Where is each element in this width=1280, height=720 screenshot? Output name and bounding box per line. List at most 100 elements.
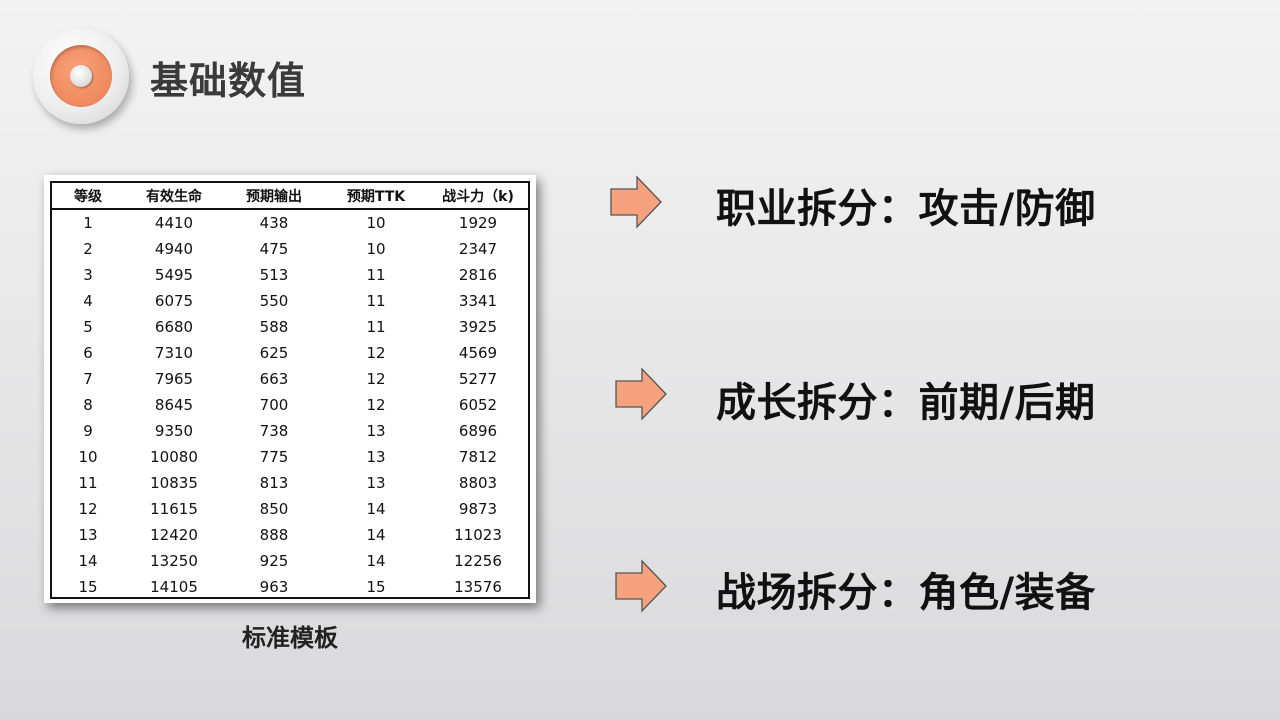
table-cell: 10 [78, 448, 98, 466]
data-table: 等级 有效生命 预期输出 预期TTK 战斗力（k) 1 4410 438 10 1929… [52, 183, 528, 600]
table-cell: 2 [83, 240, 93, 258]
table-cell: 12 [366, 344, 386, 362]
right-arrow-icon [610, 175, 662, 229]
table-cell: 13 [366, 448, 386, 466]
table-cell: 8645 [154, 396, 194, 414]
logo-ring [50, 45, 112, 107]
table-caption: 标准模板 [242, 624, 338, 652]
table-cell: 14 [78, 552, 98, 570]
table-row: 15 14105 963 15 13576 [52, 574, 528, 600]
table-cell: 5277 [458, 370, 498, 388]
table-cell: 700 [259, 396, 289, 414]
table-cell: 13 [78, 526, 98, 544]
table-cell: 888 [259, 526, 289, 544]
table-cell: 12 [78, 500, 98, 518]
table-cell: 15 [78, 578, 98, 596]
table-row: 4 6075 550 11 3341 [52, 288, 528, 314]
table-row: 2 4940 475 10 2347 [52, 236, 528, 262]
table-row: 8 8645 700 12 6052 [52, 392, 528, 418]
table-cell: 7 [83, 370, 93, 388]
table-cell: 8803 [458, 474, 498, 492]
table-cell: 4 [83, 292, 93, 310]
table-cell: 1 [83, 214, 93, 232]
table-cell: 10 [366, 214, 386, 232]
table-cell: 11 [366, 266, 386, 284]
table-cell: 925 [259, 552, 289, 570]
table-cell: 10835 [150, 474, 198, 492]
table-row: 14 13250 925 14 12256 [52, 548, 528, 574]
table-cell: 775 [259, 448, 289, 466]
table-cell: 813 [259, 474, 289, 492]
table-row: 5 6680 588 11 3925 [52, 314, 528, 340]
table-cell: 6680 [154, 318, 194, 336]
table-row: 9 9350 738 13 6896 [52, 418, 528, 444]
item-battlefield-split: 战场拆分：角色/装备 [716, 570, 1096, 616]
table-cell: 2347 [458, 240, 498, 258]
item-growth-split: 成长拆分：前期/后期 [716, 380, 1096, 426]
table-row: 1 4410 438 10 1929 [52, 209, 528, 236]
right-arrow-icon [615, 367, 667, 421]
item-profession-split: 职业拆分：攻击/防御 [716, 186, 1096, 232]
table-cell: 15 [366, 578, 386, 596]
table-cell: 738 [259, 422, 289, 440]
table-cell: 14105 [150, 578, 198, 596]
table-cell: 14 [366, 526, 386, 544]
table-cell: 550 [259, 292, 289, 310]
table-cell: 7965 [154, 370, 194, 388]
column-header: 有效生命 [124, 183, 224, 210]
table-row: 3 5495 513 11 2816 [52, 262, 528, 288]
table-cell: 14 [366, 552, 386, 570]
column-header: 等级 [52, 183, 124, 210]
table-cell: 13576 [454, 578, 502, 596]
data-table-card: 等级 有效生命 预期输出 预期TTK 战斗力（k) 1 4410 438 10 1929… [44, 175, 536, 603]
table-cell: 11615 [150, 500, 198, 518]
table-cell: 6052 [458, 396, 498, 414]
table-cell: 13 [366, 474, 386, 492]
table-cell: 6 [83, 344, 93, 362]
table-cell: 850 [259, 500, 289, 518]
table-row: 13 12420 888 14 11023 [52, 522, 528, 548]
table-cell: 12420 [150, 526, 198, 544]
table-cell: 13 [366, 422, 386, 440]
table-cell: 3341 [458, 292, 498, 310]
table-cell: 8 [83, 396, 93, 414]
table-cell: 475 [259, 240, 289, 258]
column-header: 战斗力（k) [428, 183, 528, 210]
data-table-frame: 等级 有效生命 预期输出 预期TTK 战斗力（k) 1 4410 438 10 1929… [50, 181, 530, 599]
table-cell: 7310 [154, 344, 194, 362]
table-cell: 1929 [458, 214, 498, 232]
table-row: 12 11615 850 14 9873 [52, 496, 528, 522]
logo-badge-icon [33, 28, 129, 124]
table-cell: 9 [83, 422, 93, 440]
right-arrow-icon [615, 559, 667, 613]
table-cell: 5 [83, 318, 93, 336]
table-cell: 2816 [458, 266, 498, 284]
table-row: 11 10835 813 13 8803 [52, 470, 528, 496]
table-cell: 663 [259, 370, 289, 388]
table-cell: 4569 [458, 344, 498, 362]
table-cell: 12 [366, 370, 386, 388]
column-header: 预期输出 [224, 183, 324, 210]
table-cell: 13250 [150, 552, 198, 570]
table-cell: 10080 [150, 448, 198, 466]
table-cell: 625 [259, 344, 289, 362]
table-cell: 6896 [458, 422, 498, 440]
table-header-row: 等级 有效生命 预期输出 预期TTK 战斗力（k) [52, 183, 528, 210]
table-cell: 588 [259, 318, 289, 336]
table-cell: 6075 [154, 292, 194, 310]
table-cell: 11 [78, 474, 98, 492]
column-header: 预期TTK [324, 183, 428, 210]
table-cell: 9350 [154, 422, 194, 440]
table-body: 1 4410 438 10 1929 2 4940 475 10 2347 3 5495 513 11 28… [52, 209, 528, 600]
table-cell: 3925 [458, 318, 498, 336]
table-cell: 9873 [458, 500, 498, 518]
table-row: 10 10080 775 13 7812 [52, 444, 528, 470]
table-cell: 513 [259, 266, 289, 284]
table-cell: 4410 [154, 214, 194, 232]
table-cell: 14 [366, 500, 386, 518]
logo-dot [70, 65, 92, 87]
table-cell: 10 [366, 240, 386, 258]
table-cell: 7812 [458, 448, 498, 466]
table-cell: 438 [259, 214, 289, 232]
table-cell: 5495 [154, 266, 194, 284]
